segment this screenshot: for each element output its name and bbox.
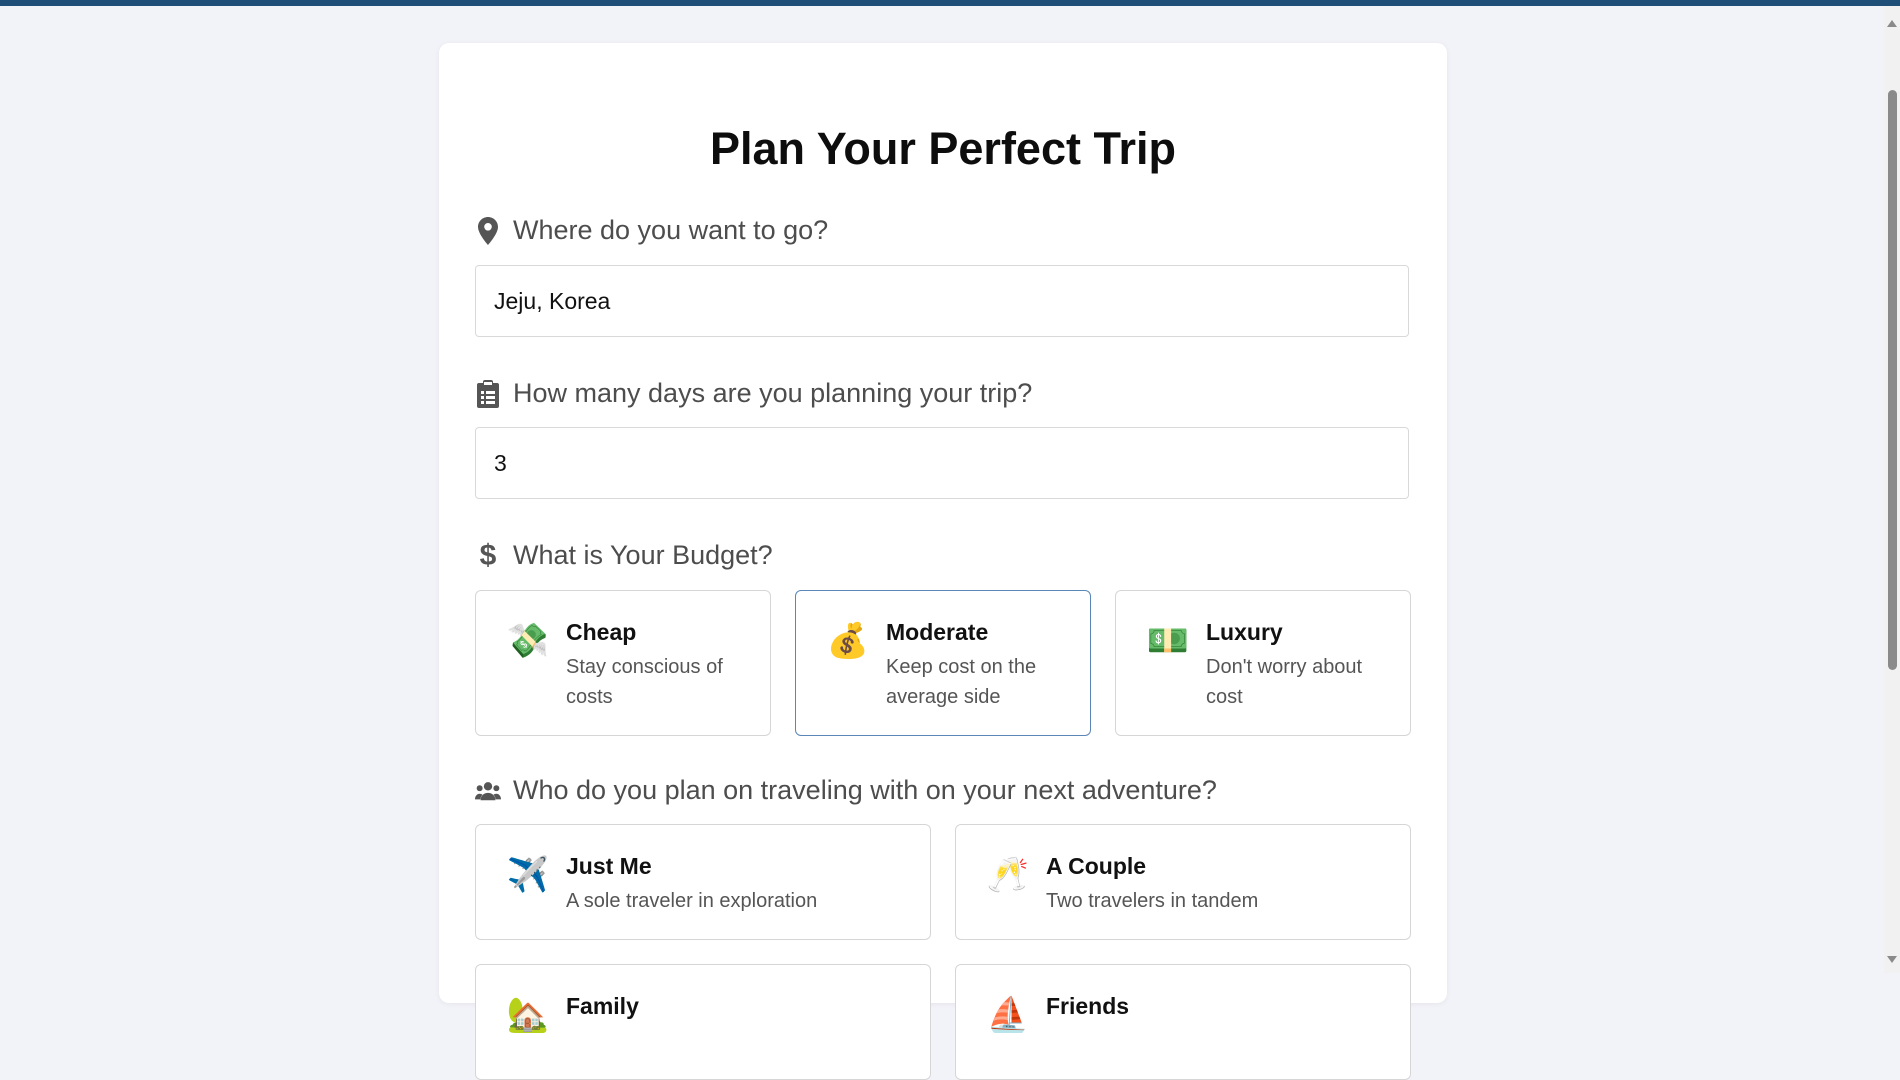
clinking-glasses-icon: 🥂 <box>986 856 1030 894</box>
scroll-down-icon[interactable] <box>1887 956 1897 963</box>
budget-option-desc-line1: Don't worry about <box>1206 656 1363 678</box>
users-icon <box>475 776 501 806</box>
scroll-thumb[interactable] <box>1888 90 1897 670</box>
trip-form-card: Plan Your Perfect Trip Where do you want… <box>439 43 1447 1080</box>
travelers-question: Who do you plan on traveling with on you… <box>475 775 1217 806</box>
budget-option-title: Moderate <box>886 619 989 645</box>
budget-option-title: Luxury <box>1206 619 1283 645</box>
travelers-option-title: Family <box>566 993 639 1019</box>
travelers-option-title: Just Me <box>566 853 652 879</box>
money-with-wings-icon: 💸 <box>506 622 550 660</box>
budget-label: What is Your Budget? <box>513 540 773 570</box>
page-title: Plan Your Perfect Trip <box>710 123 1176 174</box>
travelers-option-title: Friends <box>1046 993 1130 1019</box>
budget-option-title: Cheap <box>566 619 637 645</box>
budget-option-luxury[interactable]: 💵 Luxury Don't worry about cost <box>1115 590 1411 736</box>
destination-question: Where do you want to go? <box>475 215 828 246</box>
days-value: 3 <box>494 449 507 476</box>
map-pin-icon <box>475 216 501 246</box>
house-icon: 🏡 <box>506 996 550 1034</box>
travelers-option-a-couple[interactable]: 🥂 A Couple Two travelers in tandem <box>955 824 1411 940</box>
budget-option-desc-line2: cost <box>1206 686 1243 708</box>
travelers-option-family[interactable]: 🏡 Family <box>475 964 931 1080</box>
travelers-option-just-me[interactable]: ✈️ Just Me A sole traveler in exploratio… <box>475 824 931 940</box>
budget-question: $ What is Your Budget? <box>475 538 773 572</box>
page-scrollbar[interactable] <box>1884 6 1900 973</box>
destination-label: Where do you want to go? <box>513 215 829 245</box>
dollar-icon: $ <box>479 538 497 572</box>
travelers-option-desc: A sole traveler in exploration <box>566 890 818 912</box>
budget-option-desc-line1: Keep cost on the <box>886 656 1037 678</box>
budget-option-cheap[interactable]: 💸 Cheap Stay conscious of costs <box>475 590 771 736</box>
top-strip <box>0 0 1900 6</box>
money-bag-icon: 💰 <box>826 622 870 660</box>
days-input[interactable]: 3 <box>475 427 1409 499</box>
days-question: How many days are you planning your trip… <box>475 378 1032 409</box>
destination-input[interactable]: Jeju, Korea <box>475 265 1409 337</box>
budget-option-desc-line2: average side <box>886 686 1001 708</box>
budget-option-moderate[interactable]: 💰 Moderate Keep cost on the average side <box>795 590 1091 736</box>
airplane-icon: ✈️ <box>506 856 550 894</box>
days-label: How many days are you planning your trip… <box>513 378 1033 408</box>
clipboard-icon <box>475 379 501 409</box>
travelers-option-desc: Two travelers in tandem <box>1046 890 1259 912</box>
scroll-up-icon[interactable] <box>1887 20 1897 27</box>
destination-value: Jeju, Korea <box>494 287 611 314</box>
travelers-label: Who do you plan on traveling with on you… <box>513 775 1217 805</box>
travelers-option-title: A Couple <box>1046 853 1147 879</box>
dollar-banknote-icon: 💵 <box>1146 622 1190 660</box>
travelers-option-friends[interactable]: ⛵ Friends <box>955 964 1411 1080</box>
sailboat-icon: ⛵ <box>986 996 1030 1034</box>
budget-option-desc-line2: costs <box>566 686 613 708</box>
budget-option-desc-line1: Stay conscious of <box>566 656 723 678</box>
